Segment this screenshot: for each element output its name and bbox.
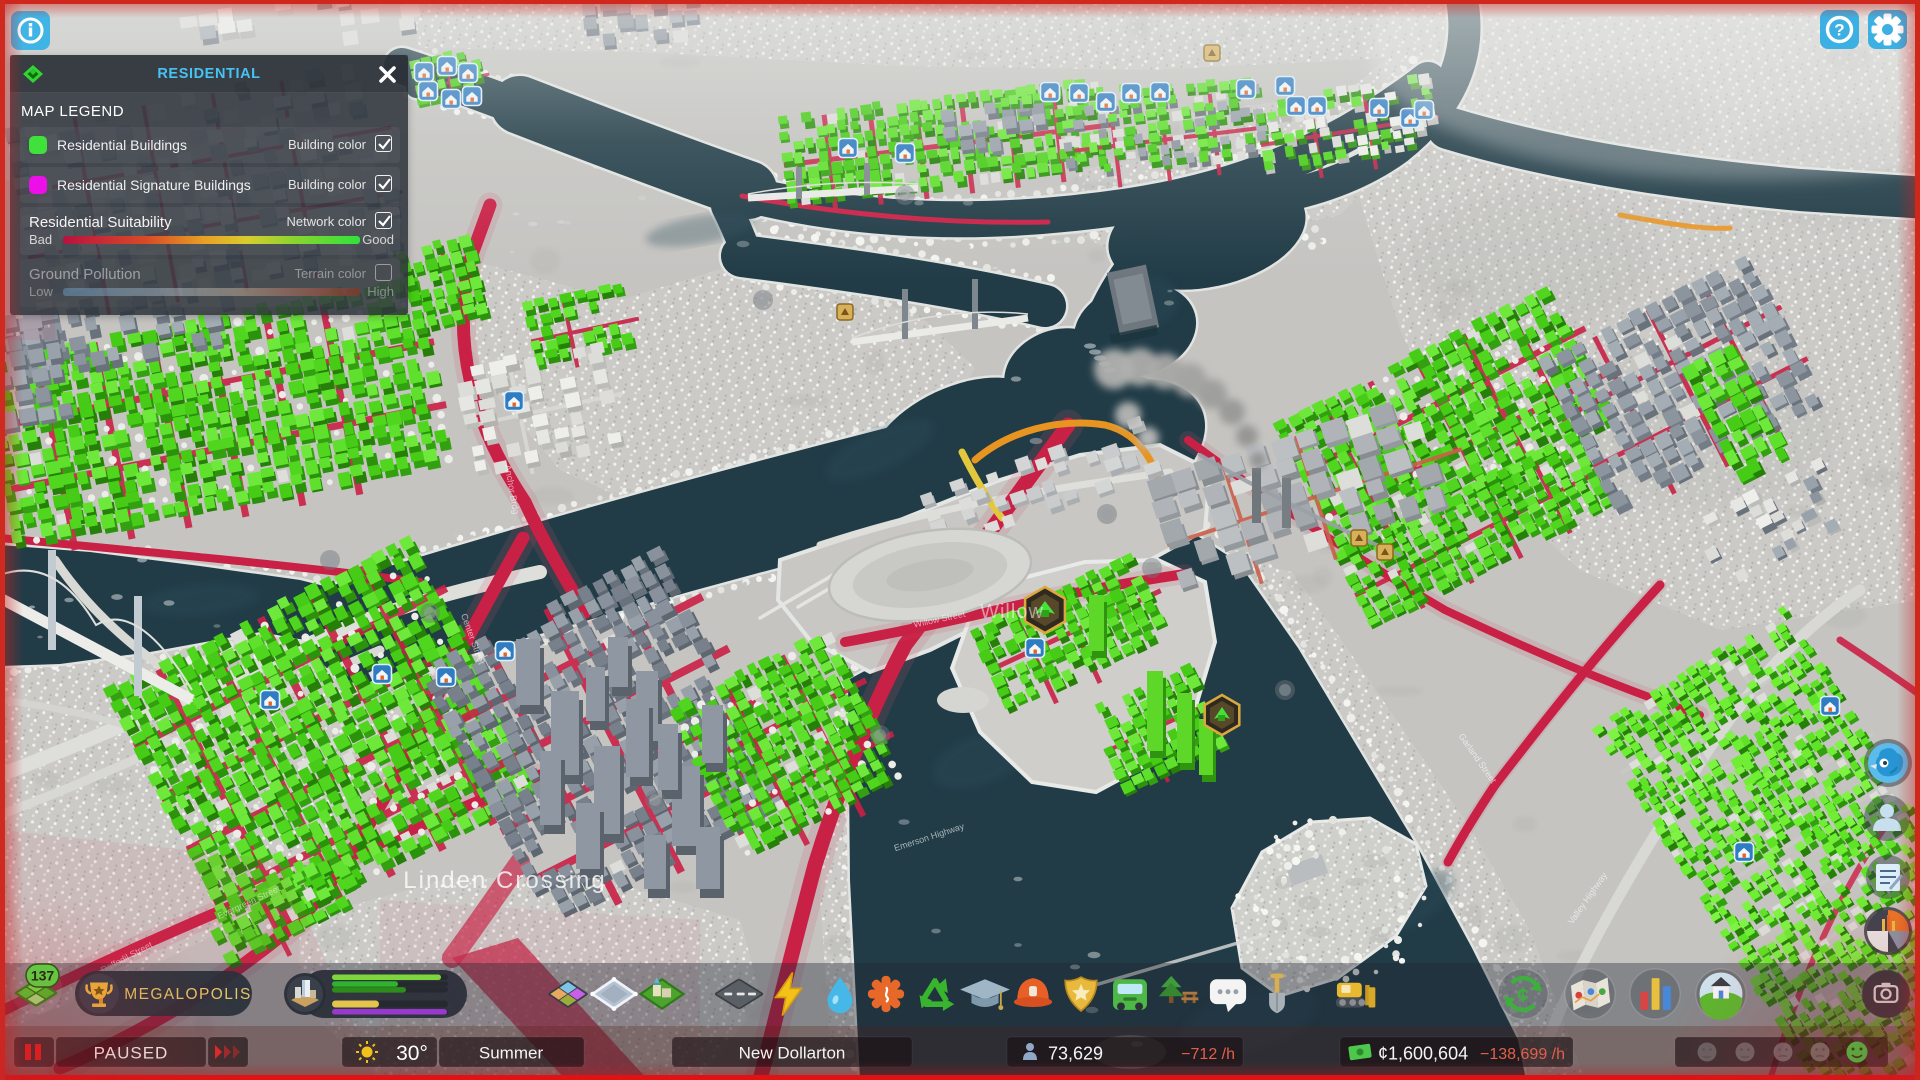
svg-text:Linden Crossing: Linden Crossing [403, 867, 606, 894]
svg-text:Willow: Willow [980, 601, 1044, 623]
